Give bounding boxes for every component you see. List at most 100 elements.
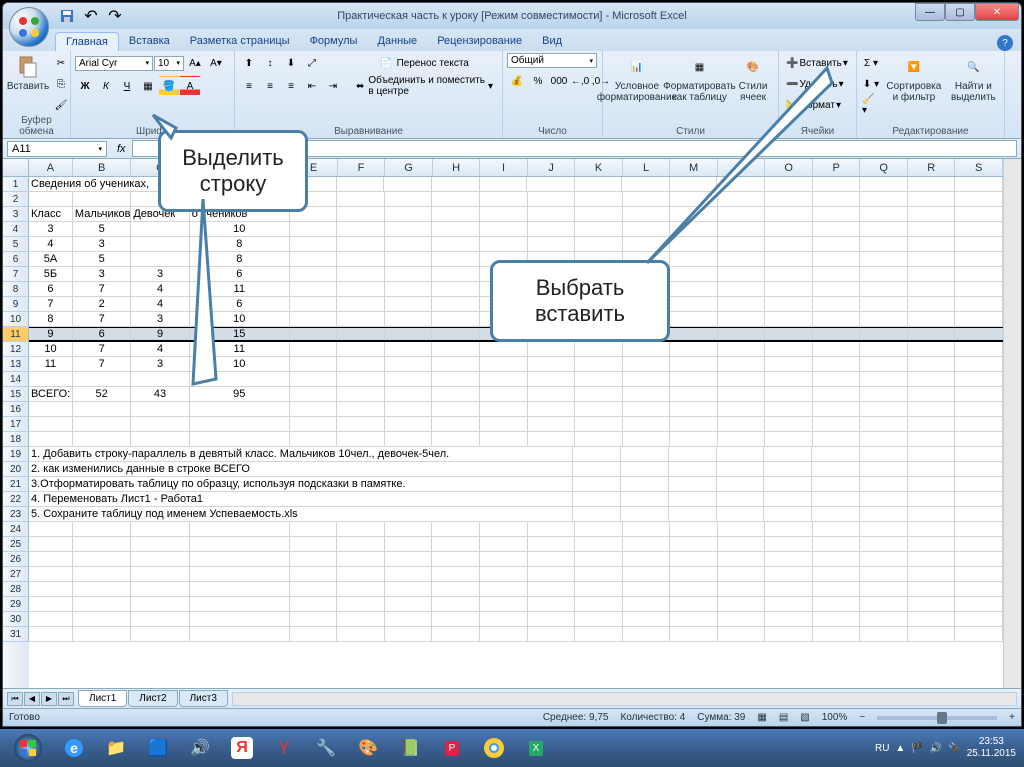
- cell[interactable]: [528, 342, 576, 357]
- merge-center-button[interactable]: ⬌ Объединить и поместить в центре ▾: [351, 76, 498, 96]
- cell[interactable]: [718, 342, 766, 357]
- cell[interactable]: [385, 357, 433, 372]
- taskbar-yabrowser-icon[interactable]: Y: [264, 733, 304, 763]
- cell[interactable]: [385, 612, 433, 627]
- cell[interactable]: [432, 357, 480, 372]
- cell[interactable]: [575, 627, 623, 642]
- wrap-text-button[interactable]: 📄 Перенос текста: [351, 53, 498, 73]
- cell[interactable]: [813, 328, 861, 340]
- cell[interactable]: [480, 207, 528, 222]
- cell[interactable]: [432, 282, 480, 297]
- cell[interactable]: [670, 312, 718, 327]
- ribbon-tab-2[interactable]: Разметка страницы: [180, 32, 300, 51]
- vertical-scrollbar[interactable]: [1003, 159, 1021, 688]
- cell[interactable]: [432, 342, 480, 357]
- cell[interactable]: [385, 597, 433, 612]
- cell[interactable]: [908, 252, 956, 267]
- cell[interactable]: [717, 492, 765, 507]
- cell[interactable]: [908, 612, 956, 627]
- cell[interactable]: [670, 432, 718, 447]
- cell[interactable]: [860, 297, 908, 312]
- cell[interactable]: [718, 582, 766, 597]
- row-header[interactable]: 28: [3, 582, 29, 597]
- cell[interactable]: [813, 597, 861, 612]
- cell-grid[interactable]: Сведения об учениках,КлассМальчиковДевоч…: [29, 177, 1003, 688]
- fill-icon[interactable]: ⬇ ▾: [861, 74, 881, 94]
- cell[interactable]: [337, 342, 385, 357]
- cell[interactable]: [955, 402, 1003, 417]
- cell[interactable]: 3: [29, 222, 73, 237]
- cell[interactable]: [29, 372, 73, 387]
- cell[interactable]: [480, 387, 528, 402]
- cell[interactable]: [813, 372, 861, 387]
- cell[interactable]: 4: [29, 237, 73, 252]
- cell[interactable]: [337, 402, 385, 417]
- cell[interactable]: [718, 537, 766, 552]
- cell[interactable]: [860, 627, 908, 642]
- cell[interactable]: [955, 627, 1003, 642]
- cell[interactable]: [337, 192, 385, 207]
- cell[interactable]: [908, 297, 956, 312]
- cell[interactable]: [670, 612, 718, 627]
- cell[interactable]: [337, 297, 385, 312]
- cell[interactable]: [29, 552, 73, 567]
- cell[interactable]: [290, 328, 338, 340]
- cell[interactable]: [623, 432, 671, 447]
- taskbar-yandex-icon[interactable]: Я: [222, 733, 262, 763]
- cell[interactable]: [432, 402, 480, 417]
- row-header[interactable]: 18: [3, 432, 29, 447]
- cell[interactable]: [575, 342, 623, 357]
- view-normal-icon[interactable]: ▦: [757, 712, 766, 723]
- cell[interactable]: [718, 597, 766, 612]
- cell[interactable]: [765, 387, 813, 402]
- cell[interactable]: [955, 282, 1003, 297]
- cell[interactable]: [955, 492, 1003, 507]
- cell[interactable]: [73, 612, 131, 627]
- italic-icon[interactable]: К: [96, 76, 116, 96]
- cell[interactable]: [480, 537, 528, 552]
- column-header[interactable]: R: [908, 159, 956, 176]
- cell[interactable]: [908, 567, 956, 582]
- row-header[interactable]: 17: [3, 417, 29, 432]
- cell[interactable]: [623, 597, 671, 612]
- column-header[interactable]: S: [955, 159, 1003, 176]
- cell[interactable]: [480, 612, 528, 627]
- row-header[interactable]: 11: [3, 327, 29, 342]
- cell[interactable]: [575, 432, 623, 447]
- cell[interactable]: [385, 297, 433, 312]
- cell[interactable]: [131, 627, 189, 642]
- cell[interactable]: [955, 612, 1003, 627]
- cell[interactable]: [718, 297, 766, 312]
- cell[interactable]: [528, 192, 576, 207]
- cell[interactable]: [764, 447, 812, 462]
- cell[interactable]: [528, 432, 576, 447]
- cell[interactable]: [765, 522, 813, 537]
- percent-icon[interactable]: %: [528, 71, 548, 91]
- cell[interactable]: [432, 537, 480, 552]
- cell[interactable]: [860, 222, 908, 237]
- cell[interactable]: [623, 342, 671, 357]
- cell[interactable]: [337, 177, 385, 192]
- cell[interactable]: [670, 537, 718, 552]
- taskbar-app-icon[interactable]: 🟦: [138, 733, 178, 763]
- ribbon-tab-0[interactable]: Главная: [55, 32, 119, 51]
- cell[interactable]: [190, 417, 290, 432]
- cell[interactable]: [432, 417, 480, 432]
- cell[interactable]: 3: [73, 237, 131, 252]
- zoom-slider[interactable]: [877, 716, 997, 720]
- cell[interactable]: [29, 537, 73, 552]
- lang-indicator[interactable]: RU: [875, 743, 889, 754]
- cell[interactable]: [860, 328, 908, 340]
- cell[interactable]: [384, 177, 432, 192]
- cell[interactable]: [131, 222, 189, 237]
- cut-icon[interactable]: ✂: [51, 53, 71, 73]
- cell[interactable]: [955, 477, 1003, 492]
- cell[interactable]: [955, 522, 1003, 537]
- cell[interactable]: [908, 462, 956, 477]
- cell[interactable]: [908, 447, 956, 462]
- cell[interactable]: [718, 567, 766, 582]
- cell[interactable]: [621, 492, 669, 507]
- cell[interactable]: [527, 177, 575, 192]
- cell[interactable]: [860, 507, 908, 522]
- cell[interactable]: [860, 282, 908, 297]
